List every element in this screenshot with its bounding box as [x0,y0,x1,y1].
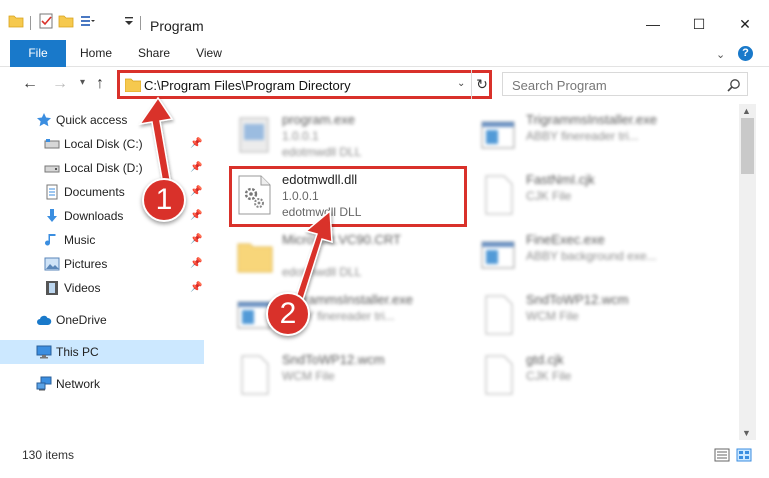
callout-step-1: 1 [142,178,186,222]
item-count: 130 items [22,448,75,462]
callout-step-2: 2 [266,292,310,336]
annotation-arrows [138,96,333,311]
details-view-icon[interactable] [714,448,730,462]
large-icons-view-icon[interactable] [736,448,752,462]
status-bar: 130 items [0,440,769,478]
